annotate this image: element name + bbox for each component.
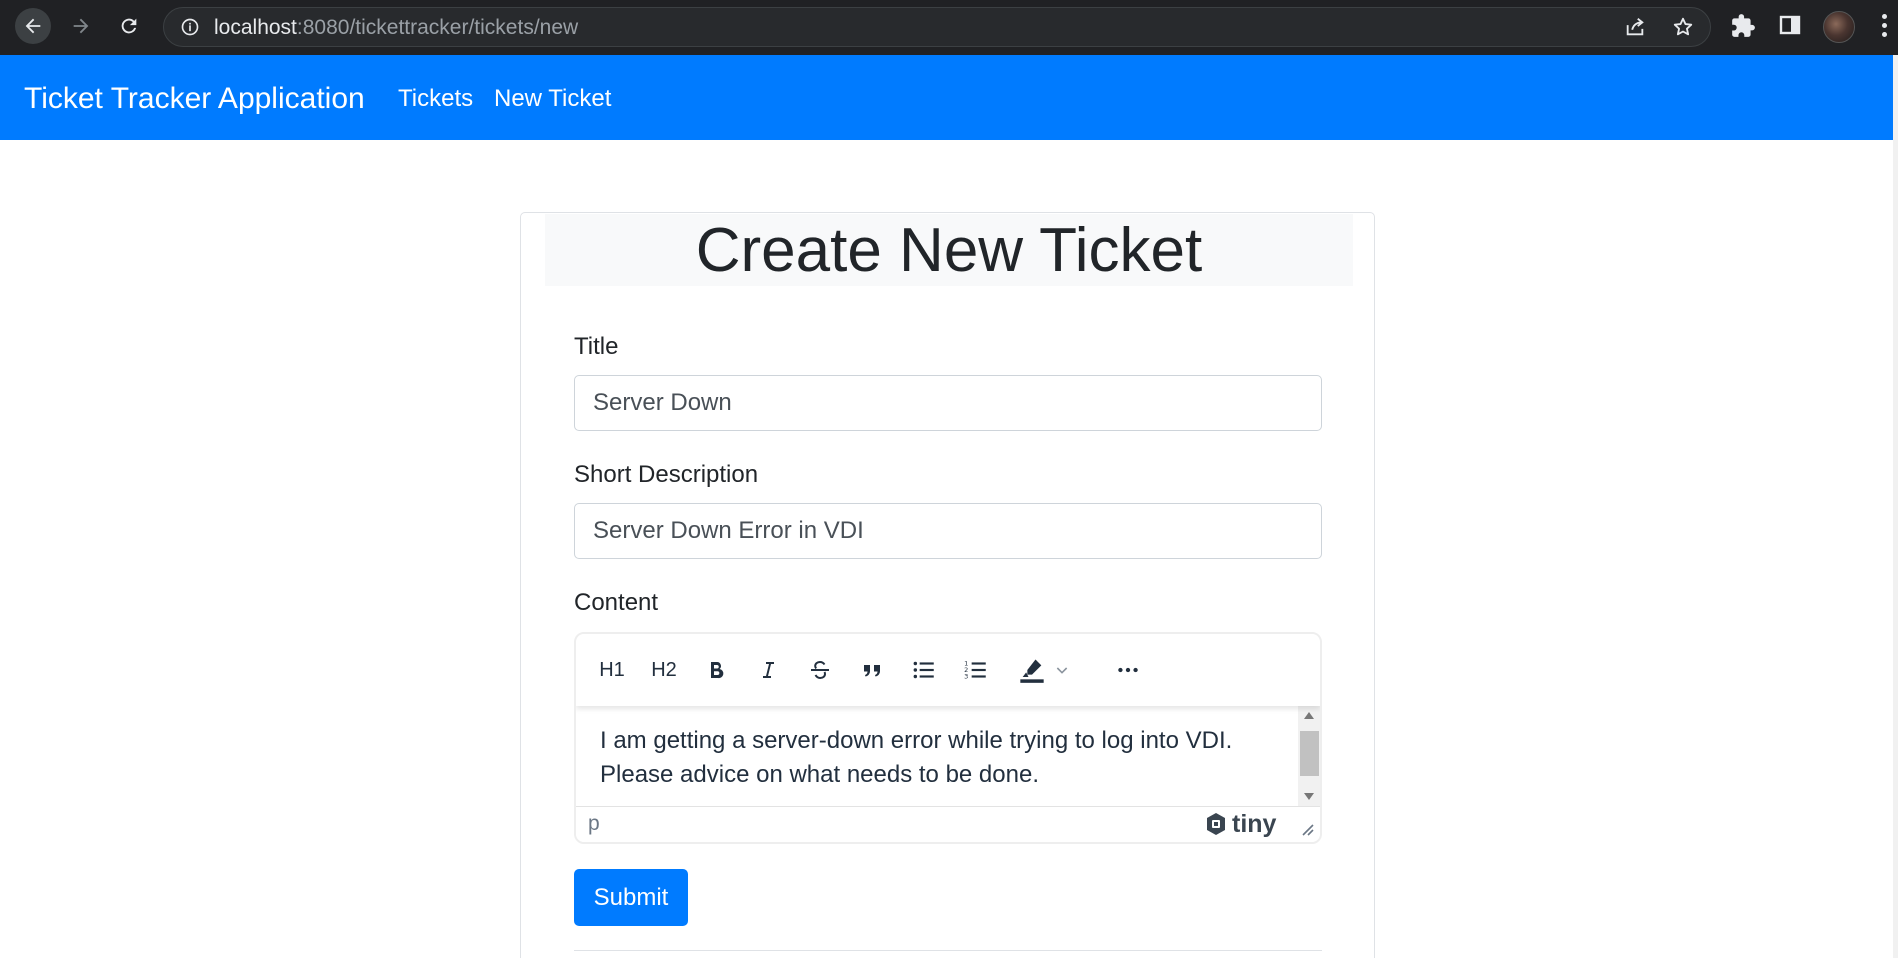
short-description-input[interactable] [574, 503, 1322, 559]
address-bar[interactable]: localhost:8080/tickettracker/tickets/new [163, 7, 1711, 47]
back-button[interactable] [15, 8, 51, 44]
editor-toolbar: H1 H2 123 [576, 634, 1320, 706]
scroll-down-icon[interactable] [1304, 793, 1314, 800]
chevron-down-icon [1056, 667, 1068, 674]
editor-scrollbar[interactable] [1298, 706, 1320, 806]
svg-text:3: 3 [964, 673, 968, 681]
scrollbar-thumb[interactable] [1300, 731, 1319, 776]
editor-statusbar: p tiny [576, 806, 1320, 842]
arrow-right-icon [73, 18, 89, 34]
card-header: Create New Ticket [545, 214, 1353, 286]
element-path[interactable]: p [588, 812, 600, 836]
share-icon[interactable] [1624, 16, 1646, 38]
more-menu-icon[interactable] [1882, 14, 1888, 41]
more-toolbar-button[interactable] [1106, 650, 1150, 690]
title-label: Title [574, 333, 619, 360]
info-icon[interactable] [180, 17, 200, 37]
title-input[interactable] [574, 375, 1322, 431]
tiny-logo-icon [1207, 813, 1225, 835]
bold-icon [711, 662, 724, 679]
bullet-list-button[interactable] [902, 650, 946, 690]
nav-link-tickets[interactable]: Tickets [398, 85, 473, 113]
content-editor: H1 H2 123 I am getting a server-down err… [574, 632, 1322, 844]
editor-content-area[interactable]: I am getting a server-down error while t… [576, 706, 1320, 806]
extensions-icon[interactable] [1730, 13, 1756, 39]
nav-link-new-ticket[interactable]: New Ticket [494, 85, 611, 113]
reload-button[interactable] [111, 8, 147, 44]
star-icon[interactable] [1672, 16, 1694, 38]
numbered-list-button[interactable]: 123 [954, 650, 998, 690]
new-ticket-card: Create New Ticket Title Short Descriptio… [520, 212, 1375, 958]
reload-icon [121, 18, 137, 34]
highlight-color-button[interactable] [1014, 650, 1050, 690]
bullet-list-icon [913, 661, 934, 679]
resize-handle-icon[interactable] [1300, 822, 1314, 836]
quote-icon [864, 665, 880, 677]
tiny-logo[interactable]: tiny [1204, 811, 1276, 837]
divider [574, 950, 1322, 951]
short-description-label: Short Description [574, 461, 759, 488]
side-panel-icon[interactable] [1778, 13, 1802, 37]
forward-button[interactable] [63, 8, 99, 44]
navbar: Ticket Tracker Application Tickets New T… [0, 55, 1893, 140]
page-scrollbar[interactable] [1893, 55, 1898, 958]
profile-avatar[interactable] [1823, 11, 1855, 43]
italic-icon [763, 662, 774, 678]
strikethrough-icon [811, 660, 829, 680]
scroll-up-icon[interactable] [1304, 712, 1314, 719]
bold-button[interactable] [694, 650, 738, 690]
blockquote-button[interactable] [850, 650, 894, 690]
arrow-left-icon [25, 18, 41, 34]
highlighter-icon [1020, 659, 1044, 683]
tiny-brand-text: tiny [1232, 810, 1277, 838]
italic-button[interactable] [746, 650, 790, 690]
content-label: Content [574, 589, 659, 616]
submit-button[interactable]: Submit [574, 869, 688, 926]
heading-1-button[interactable]: H1 [590, 650, 634, 690]
heading-2-button[interactable]: H2 [642, 650, 686, 690]
strikethrough-button[interactable] [798, 650, 842, 690]
browser-toolbar: localhost:8080/tickettracker/tickets/new [0, 0, 1898, 55]
ellipsis-icon [1118, 667, 1138, 673]
navbar-brand[interactable]: Ticket Tracker Application [24, 82, 365, 116]
highlight-color-dropdown[interactable] [1050, 650, 1074, 690]
editor-content-text[interactable]: I am getting a server-down error while t… [600, 724, 1280, 792]
numbered-list-icon: 123 [964, 660, 986, 681]
page-title: Create New Ticket [695, 216, 1203, 285]
url-text: localhost:8080/tickettracker/tickets/new [214, 16, 579, 39]
